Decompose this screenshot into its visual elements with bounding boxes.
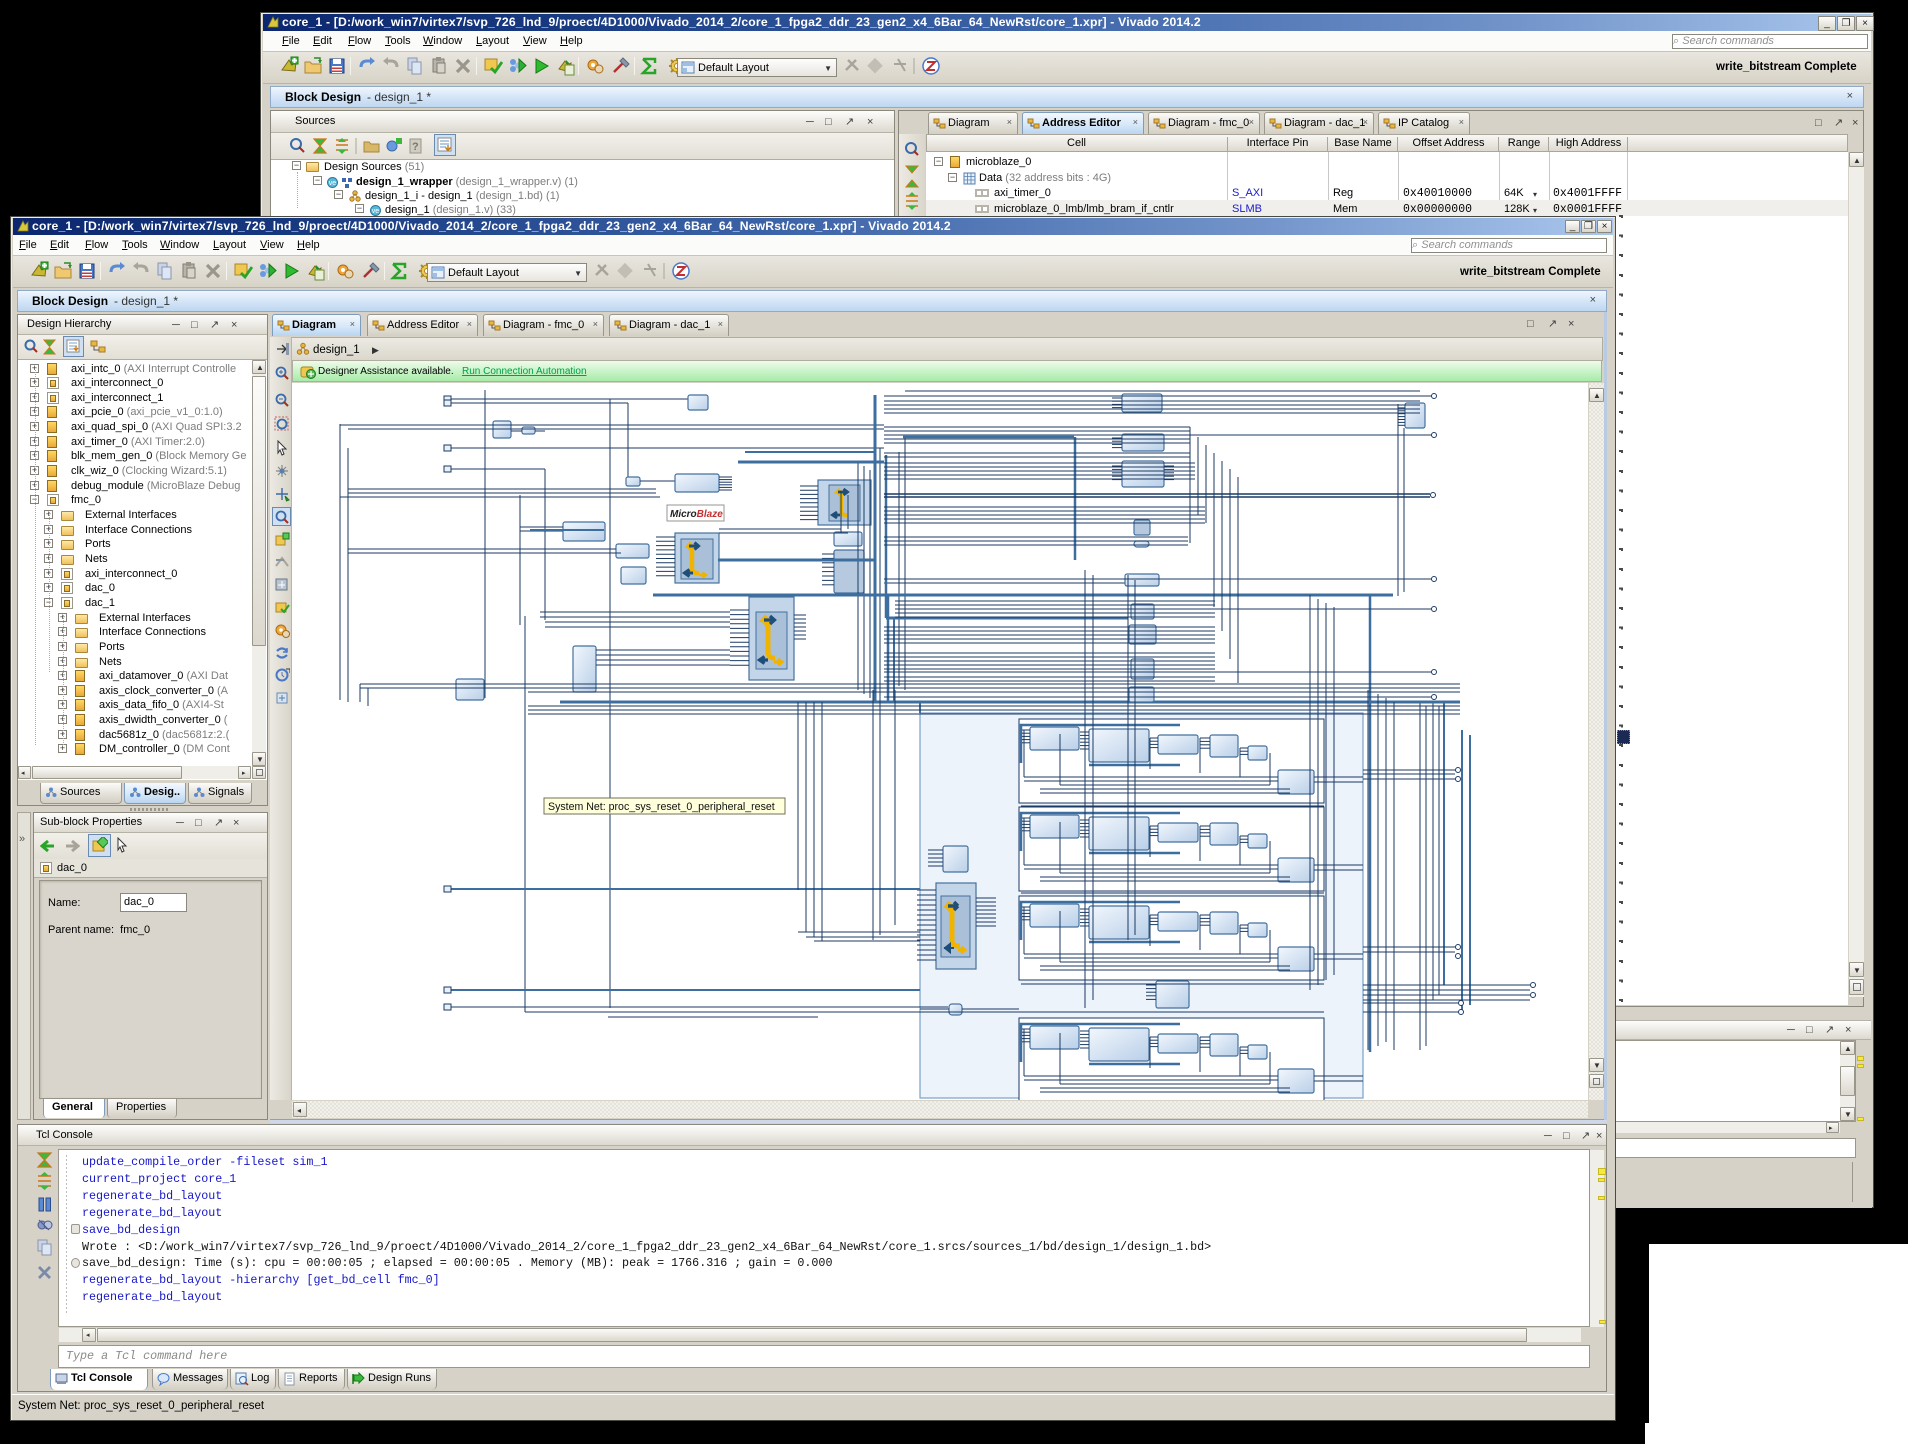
svg-text:System Net: proc_sys_reset_0_p: System Net: proc_sys_reset_0_peripheral_… bbox=[548, 801, 775, 813]
svg-text:MicroBlaze: MicroBlaze bbox=[670, 509, 723, 520]
svg-text:?: ? bbox=[412, 141, 419, 153]
